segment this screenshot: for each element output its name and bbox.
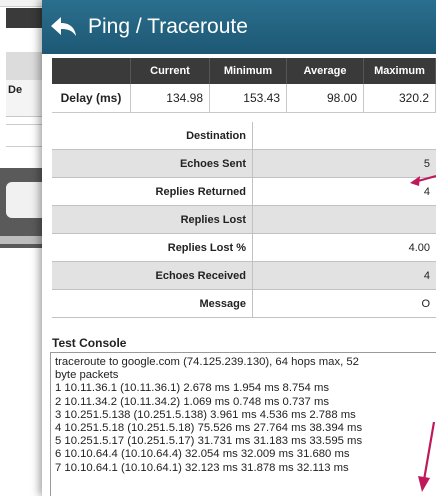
title-bar: Ping / Traceroute [42, 0, 436, 54]
column-header-average: Average [286, 58, 364, 84]
row-label: Delay (ms) [52, 84, 131, 113]
average-value: 98.00 [286, 84, 364, 113]
replies-lost-percent-value: 4.00 [252, 233, 436, 262]
replies-lost-percent-label: Replies Lost % [52, 233, 253, 262]
back-arrow-icon [51, 17, 76, 36]
table-row: Replies Lost [52, 205, 436, 234]
table-row: Replies Returned 4 [52, 177, 436, 206]
table-header-row: Current Minimum Average Maximum [52, 58, 436, 84]
replies-returned-label: Replies Returned [52, 177, 253, 206]
console-line: 2 10.11.34.2 (10.11.34.2) 1.069 ms 0.748… [55, 395, 330, 408]
console-line: 5 10.251.5.17 (10.251.5.17) 31.731 ms 31… [55, 435, 363, 448]
pink-arrow-icon [410, 174, 436, 186]
replies-lost-value [252, 205, 436, 234]
console-line: 7 10.10.64.1 (10.10.64.1) 32.123 ms 31.8… [55, 461, 349, 474]
table-row: Replies Lost % 4.00 [52, 233, 436, 262]
ping-results-table: Destination Echoes Sent 5 Replies Return… [52, 122, 436, 318]
window-title: Ping / Traceroute [88, 15, 248, 38]
echoes-received-label: Echoes Received [52, 261, 253, 290]
maximum-value: 320.2 [363, 84, 436, 113]
minimum-value: 153.43 [209, 84, 287, 113]
column-header-minimum: Minimum [209, 58, 287, 84]
echoes-sent-label: Echoes Sent [52, 149, 253, 178]
test-console-title: Test Console [52, 336, 127, 350]
console-line: 6 10.10.64.4 (10.10.64.4) 32.054 ms 32.0… [55, 448, 350, 461]
test-console-output[interactable]: traceroute to google.com (74.125.239.130… [50, 352, 436, 496]
table-row: Destination [52, 122, 436, 150]
back-button[interactable] [42, 0, 86, 54]
background-row-label: De [8, 84, 23, 96]
echoes-received-value: 4 [252, 261, 436, 290]
ping-traceroute-window: Ping / Traceroute Current Minimum Averag… [42, 0, 436, 496]
column-header [52, 58, 131, 84]
column-header-current: Current [130, 58, 210, 84]
table-row: Echoes Received 4 [52, 261, 436, 290]
delay-stats-table: Current Minimum Average Maximum Delay (m… [52, 58, 436, 113]
table-row: Delay (ms) 134.98 153.43 98.00 320.2 [52, 84, 436, 113]
console-line: 1 10.11.36.1 (10.11.36.1) 2.678 ms 1.954… [55, 382, 330, 395]
console-line: 4 10.251.5.18 (10.251.5.18) 75.526 ms 27… [55, 422, 363, 435]
console-line: traceroute to google.com (74.125.239.130… [55, 356, 359, 382]
column-header-maximum: Maximum [363, 58, 436, 84]
table-row: Echoes Sent 5 [52, 149, 436, 178]
pink-arrow-icon [418, 421, 436, 492]
console-line: 3 10.251.5.138 (10.251.5.138) 3.961 ms 4… [55, 408, 356, 421]
destination-value [252, 122, 436, 150]
destination-label: Destination [52, 122, 253, 150]
table-row: Message O [52, 289, 436, 318]
message-value: O [252, 289, 436, 318]
message-label: Message [52, 289, 253, 318]
current-value: 134.98 [130, 84, 210, 113]
replies-lost-label: Replies Lost [52, 205, 253, 234]
